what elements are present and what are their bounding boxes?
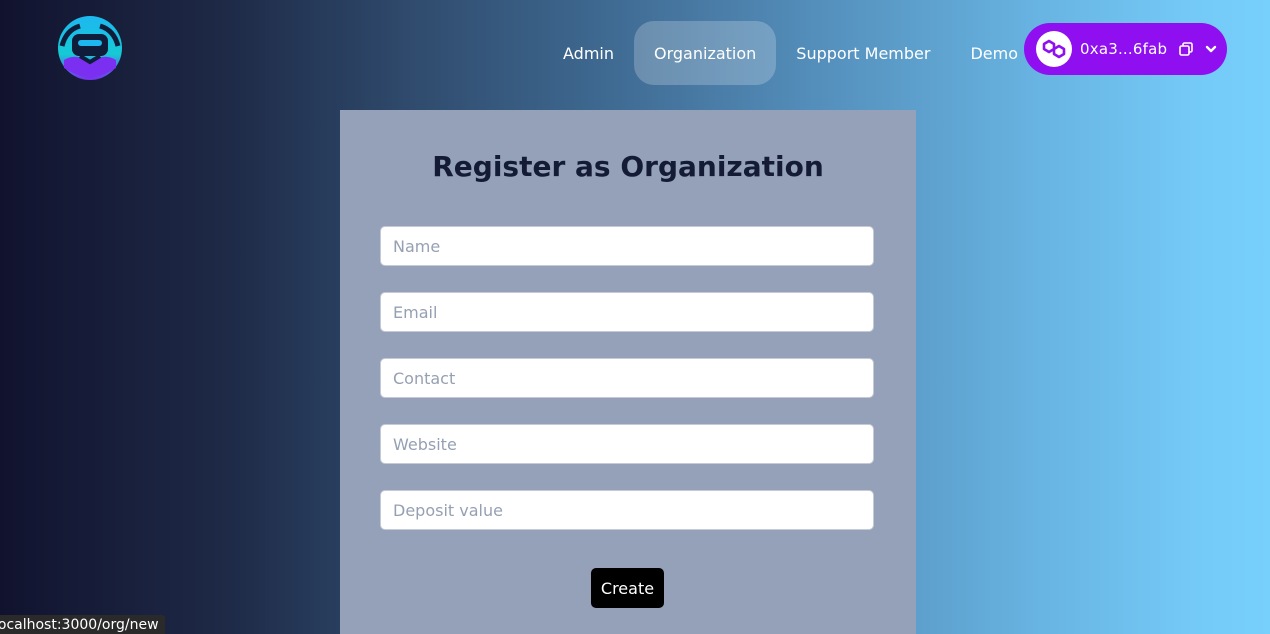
deposit-value-field[interactable] [380, 490, 874, 530]
nav-item-organization[interactable]: Organization [634, 21, 777, 85]
copy-icon[interactable] [1179, 42, 1194, 56]
name-field[interactable] [380, 226, 874, 266]
email-field[interactable] [380, 292, 874, 332]
status-bar-url: localhost:3000/org/new [0, 615, 165, 634]
create-button[interactable]: Create [591, 568, 664, 608]
polygon-icon [1036, 31, 1072, 67]
wallet-button[interactable]: 0xa3...6fab [1024, 23, 1227, 75]
chevron-down-icon[interactable] [1205, 43, 1217, 55]
contact-field[interactable] [380, 358, 874, 398]
website-field[interactable] [380, 424, 874, 464]
nav-item-support-member[interactable]: Support Member [776, 21, 950, 85]
wallet-address: 0xa3...6fab [1080, 40, 1168, 58]
main-nav: Admin Organization Support Member Demo [546, 21, 1038, 85]
page-title: Register as Organization [432, 150, 824, 183]
nav-item-admin[interactable]: Admin [546, 21, 634, 85]
page-background: Admin Organization Support Member Demo 0… [0, 0, 1270, 634]
support-robot-icon[interactable] [58, 16, 122, 80]
